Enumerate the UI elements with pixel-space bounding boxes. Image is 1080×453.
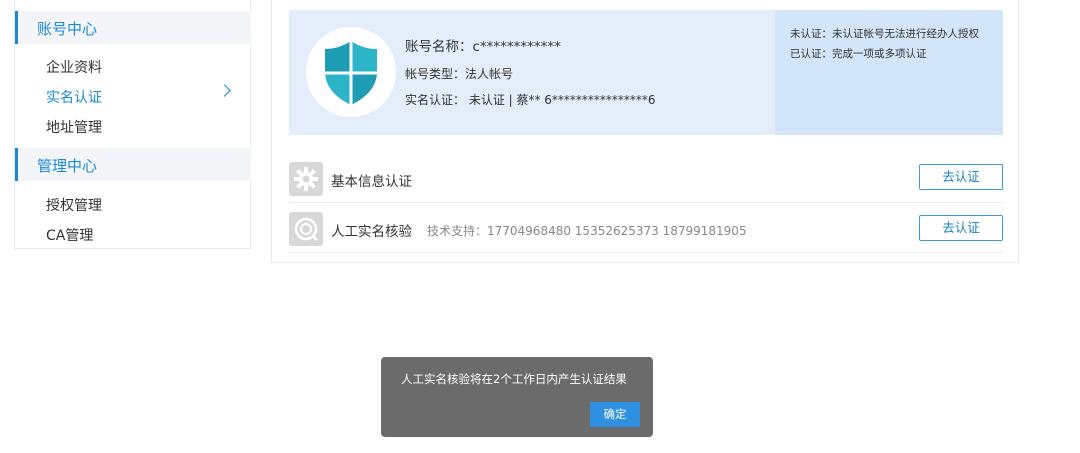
ok-button[interactable]: 确定: [590, 402, 640, 427]
row-title: 人工实名核验: [331, 224, 412, 240]
tech-support-phones: 技术支持：17704968480 15352625373 18799181905: [427, 224, 747, 238]
shield-icon: [325, 41, 377, 105]
shield-badge: [306, 27, 396, 117]
note-verified: 已认证：完成一项或多项认证: [790, 48, 927, 60]
sidebar-group-label: 账号中心: [37, 20, 98, 38]
sidebar-group-management-center[interactable]: 管理中心: [15, 148, 251, 181]
realname-status: 实名认证： 未认证 | 蔡** 6****************6: [405, 93, 656, 107]
status-legend: 未认证：未认证帐号无法进行经办人授权 已认证：完成一项或多项认证: [775, 10, 1003, 135]
account-banner: 账号名称：c************ 帐号类型：法人帐号 实名认证： 未认证 |…: [289, 10, 1003, 135]
manual-verify-button[interactable]: 去认证: [919, 215, 1003, 241]
row-manual-realname-verification: 人工实名核验 技术支持：17704968480 15352625373 1879…: [289, 203, 1003, 253]
confirm-dialog: 人工实名核验将在2个工作日内产生认证结果 确定: [381, 357, 653, 437]
chevron-right-icon: [218, 84, 231, 97]
sidebar-item-ca-management[interactable]: CA管理: [46, 225, 93, 245]
sidebar-item-address-management[interactable]: 地址管理: [46, 117, 102, 137]
note-unverified: 未认证：未认证帐号无法进行经办人授权: [790, 28, 979, 40]
account-name: 账号名称：c************: [405, 39, 561, 55]
sidebar: 账号中心 企业资料 实名认证 地址管理 管理中心 授权管理 CA管理: [14, 0, 251, 249]
row-basic-info-verification: 基本信息认证 去认证: [289, 153, 1003, 203]
gear-icon: [289, 162, 323, 196]
sidebar-item-company-profile[interactable]: 企业资料: [46, 57, 102, 77]
sidebar-group-account-center[interactable]: 账号中心: [15, 11, 251, 44]
dialog-message: 人工实名核验将在2个工作日内产生认证结果: [401, 372, 627, 386]
account-type: 帐号类型：法人帐号: [405, 67, 514, 81]
basic-info-verify-button[interactable]: 去认证: [919, 164, 1003, 190]
sidebar-group-label: 管理中心: [37, 157, 98, 175]
main-panel: 账号名称：c************ 帐号类型：法人帐号 实名认证： 未认证 |…: [271, 0, 1019, 263]
row-title: 基本信息认证: [331, 174, 412, 190]
sidebar-item-realname-verification[interactable]: 实名认证: [46, 87, 102, 107]
sidebar-item-authorization-management[interactable]: 授权管理: [46, 195, 102, 215]
verify-id-icon: [289, 212, 323, 246]
